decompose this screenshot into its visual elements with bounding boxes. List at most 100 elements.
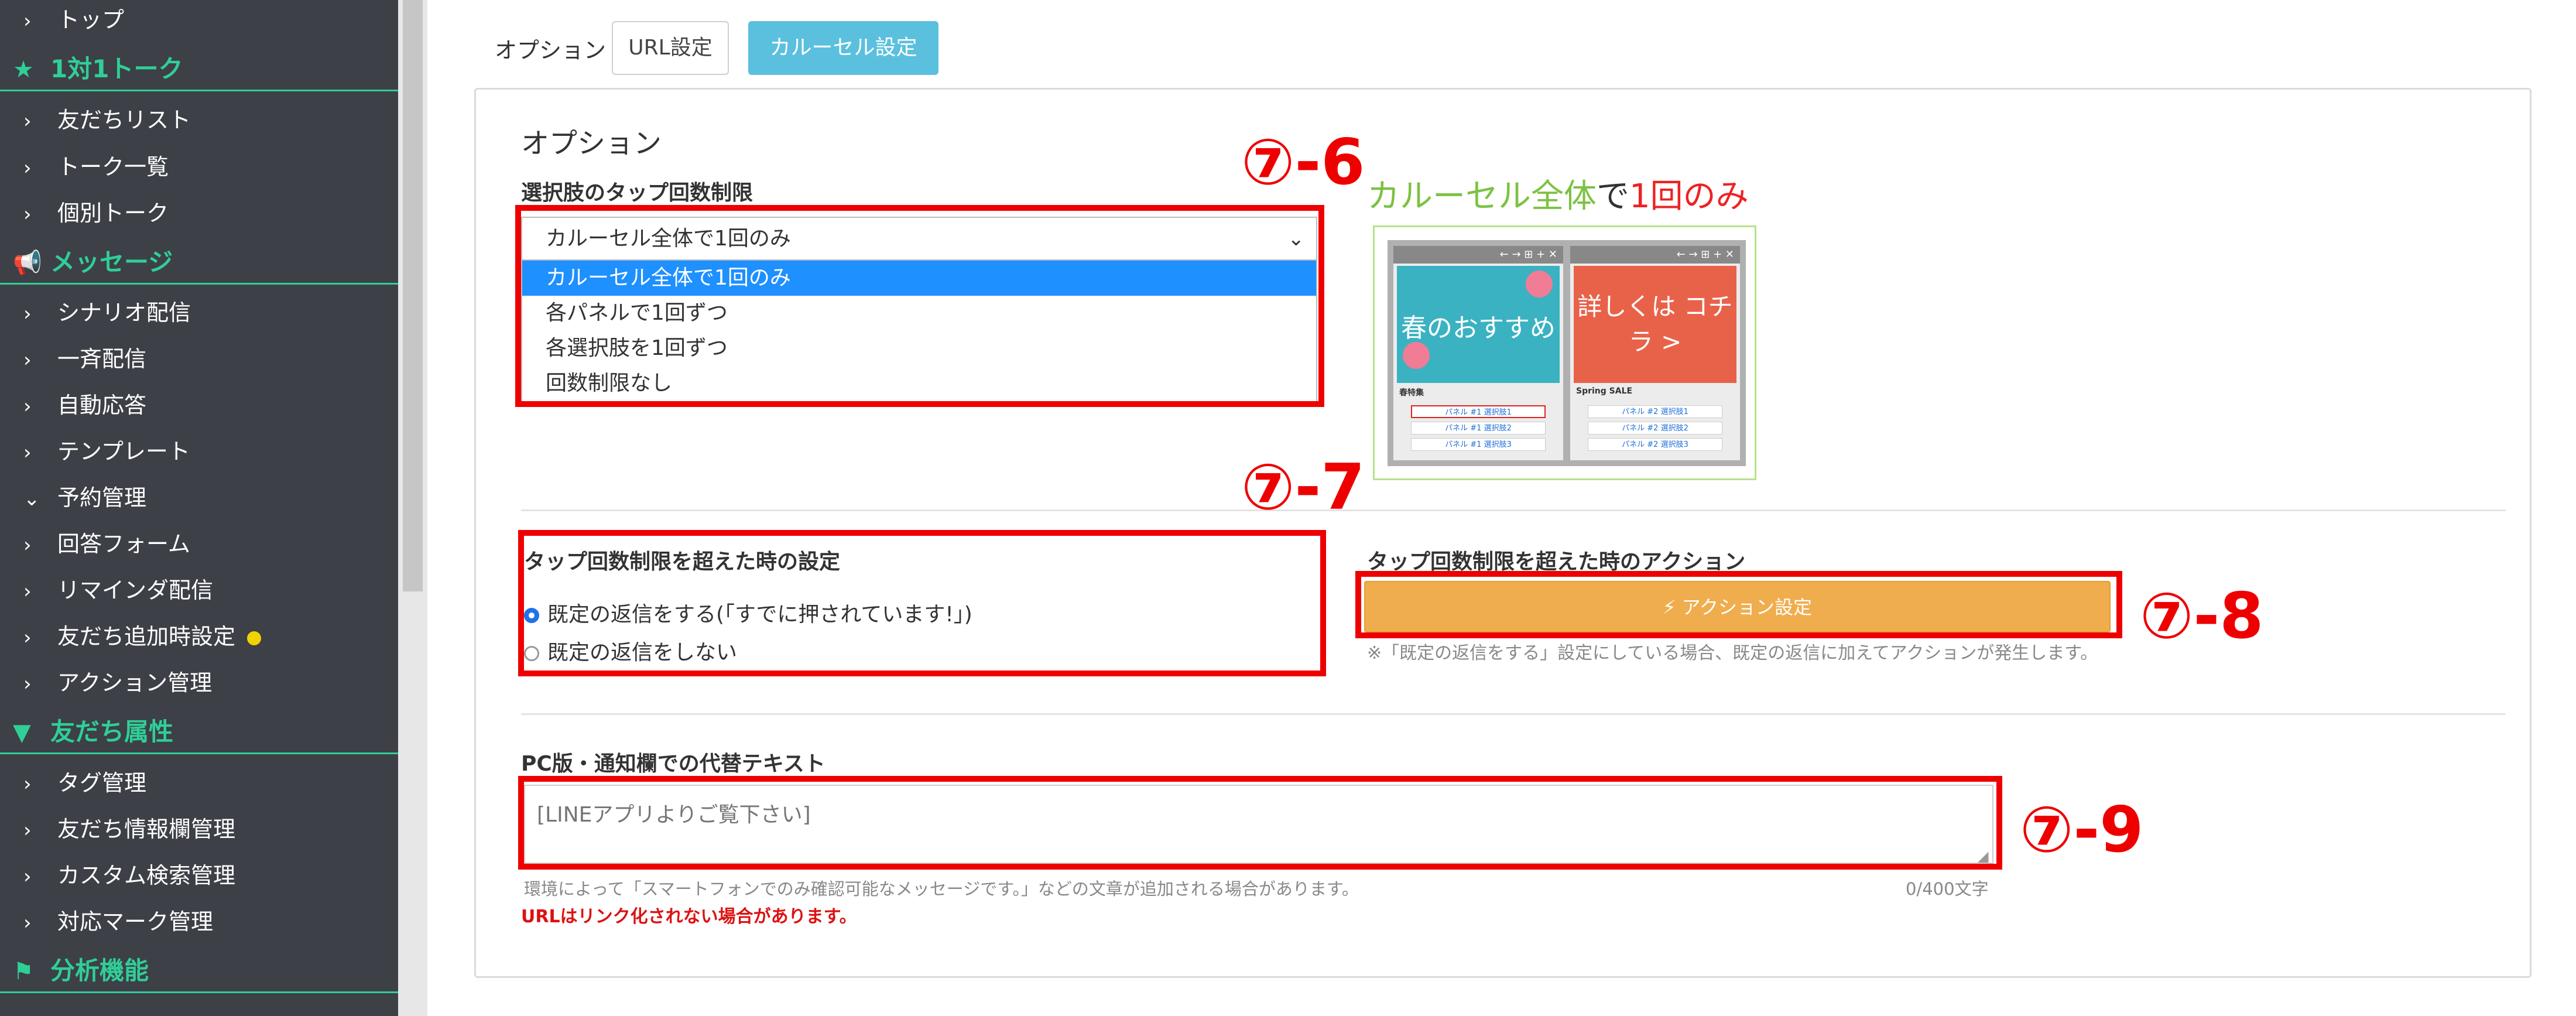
- chevron-down-icon: ⌄: [23, 487, 40, 511]
- sidebar-item-friend-info[interactable]: › 友だち情報欄管理: [0, 806, 398, 852]
- alt-text-label: PC版・通知欄での代替テキスト: [521, 752, 825, 776]
- preview-choice: パネル #2 選択肢1: [1588, 405, 1722, 418]
- preview-image-text: 詳しくは コチラ >: [1577, 292, 1733, 356]
- chevron-right-icon: ›: [23, 533, 32, 557]
- sidebar-item-label: 対応マーク管理: [57, 909, 214, 935]
- sidebar-item-tag-management[interactable]: › タグ管理: [0, 760, 398, 806]
- sidebar-item-answer-form[interactable]: › 回答フォーム: [0, 521, 398, 567]
- sidebar-section-talk: ★ 1対1トーク: [0, 47, 398, 91]
- preview-choice: パネル #1 選択肢3: [1411, 438, 1546, 451]
- sidebar-item-label: 予約管理: [57, 485, 147, 511]
- chevron-right-icon: ›: [23, 819, 32, 842]
- sidebar-item-label: 個別トーク: [57, 200, 169, 226]
- sidebar-item-label: トップ: [57, 7, 125, 33]
- sidebar-scrollbar-thumb[interactable]: [403, 0, 423, 591]
- sidebar-item-action-management[interactable]: › アクション管理: [0, 660, 398, 706]
- preview-caption-part: 1回のみ: [1629, 177, 1749, 215]
- sidebar-section-label: メッセージ: [50, 248, 173, 276]
- notification-dot: [247, 631, 262, 645]
- chevron-right-icon: ›: [23, 580, 32, 603]
- annotation-box-6: [515, 205, 1324, 407]
- annotation-box-7: [518, 530, 1326, 676]
- chevron-right-icon: ›: [23, 772, 32, 796]
- sidebar-item-response-mark[interactable]: › 対応マーク管理: [0, 899, 398, 945]
- sidebar-item-label: カスタム検索管理: [57, 863, 236, 888]
- sidebar-section-friend-attributes: ▼ 友だち属性: [0, 710, 398, 754]
- preview-background: ← → ⊞ + ✕ 春のおすすめ 春特集 パネル #1 選択肢1 パネル #1 …: [1388, 240, 1746, 466]
- sidebar-item-template[interactable]: › テンプレート: [0, 429, 398, 474]
- preview-choice: パネル #2 選択肢3: [1588, 438, 1722, 451]
- preview-choice: パネル #1 選択肢1: [1411, 405, 1546, 418]
- sidebar-section-message: 📢 メッセージ: [0, 240, 398, 285]
- tab-url-settings[interactable]: URL設定: [612, 21, 729, 75]
- chevron-right-icon: ›: [23, 348, 32, 372]
- filter-icon: ▼: [13, 719, 31, 746]
- preview-panel-1: ← → ⊞ + ✕ 春のおすすめ 春特集 パネル #1 選択肢1 パネル #1 …: [1393, 246, 1563, 460]
- annotation-label-6: ⑦-6: [1241, 126, 1365, 199]
- preview-panel-2: ← → ⊞ + ✕ 詳しくは コチラ > Spring SALE パネル #2 …: [1570, 246, 1740, 460]
- chevron-right-icon: ›: [23, 203, 32, 226]
- alt-text-hint: 環境によって「スマートフォンでのみ確認可能なメッセージです。」などの文章が追加さ…: [524, 879, 1359, 899]
- sidebar-item-label: 一斉配信: [57, 346, 147, 372]
- carousel-preview-image: ← → ⊞ + ✕ 春のおすすめ 春特集 パネル #1 選択肢1 パネル #1 …: [1373, 225, 1756, 480]
- sidebar-item-custom-search[interactable]: › カスタム検索管理: [0, 853, 398, 898]
- star-icon: ★: [13, 56, 34, 83]
- preview-caption: カルーセル全体で1回のみ: [1367, 170, 1749, 217]
- megaphone-icon: 📢: [13, 249, 42, 276]
- sidebar-item-reminder[interactable]: › リマインダ配信: [0, 567, 398, 613]
- sidebar-item-label: 自動応答: [57, 392, 147, 418]
- annotation-box-9: [518, 776, 2002, 870]
- chevron-right-icon: ›: [23, 156, 32, 180]
- flower-icon: [1526, 271, 1553, 297]
- section-divider: [521, 509, 2506, 511]
- annotation-label-8: ⑦-8: [2140, 580, 2264, 653]
- flower-icon: [1403, 342, 1430, 369]
- sidebar-item-friend-list[interactable]: › 友だちリスト: [0, 97, 398, 143]
- panel-heading: オプション: [521, 127, 662, 160]
- sidebar-item-talk-list[interactable]: › トーク一覧: [0, 144, 398, 190]
- sidebar-item-label: 友だち情報欄管理: [57, 816, 236, 842]
- action-note: ※「既定の返信をする」設定にしている場合、既定の返信に加えてアクションが発生しま…: [1367, 643, 2098, 663]
- sidebar-item-top[interactable]: › トップ: [0, 0, 398, 43]
- sidebar-item-auto-reply[interactable]: › 自動応答: [0, 382, 398, 428]
- sidebar-item-label: 友だちリスト: [57, 107, 191, 133]
- section-divider: [521, 713, 2506, 715]
- sidebar-item-broadcast[interactable]: › 一斉配信: [0, 336, 398, 382]
- tab-carousel-settings[interactable]: カルーセル設定: [748, 21, 938, 75]
- preview-panel-title: 春特集: [1399, 388, 1424, 398]
- preview-panel-image: 詳しくは コチラ >: [1574, 266, 1736, 383]
- annotation-label-9: ⑦-9: [2020, 793, 2144, 867]
- sidebar-item-label: トーク一覧: [57, 154, 169, 180]
- sidebar-scrollbar[interactable]: [398, 0, 427, 1016]
- sidebar-section-label: 友だち属性: [50, 717, 174, 746]
- sidebar-item-reservation[interactable]: ⌄ 予約管理: [0, 475, 398, 521]
- annotation-box-8: [1355, 571, 2122, 638]
- alt-text-warning: URLはリンク化されない場合があります。: [521, 906, 857, 927]
- chevron-right-icon: ›: [23, 9, 32, 33]
- preview-panel-toolbar: ← → ⊞ + ✕: [1393, 246, 1563, 264]
- sidebar: › トップ ★ 1対1トーク › 友だちリスト › トーク一覧 › 個別トーク 📢 メッセー…: [0, 0, 398, 1016]
- chevron-right-icon: ›: [23, 302, 32, 326]
- preview-panel-image: 春のおすすめ: [1397, 266, 1560, 383]
- sidebar-item-scenario[interactable]: › シナリオ配信: [0, 290, 398, 336]
- chevron-right-icon: ›: [23, 865, 32, 888]
- chevron-right-icon: ›: [23, 911, 32, 935]
- sidebar-item-label: 回答フォーム: [57, 531, 190, 557]
- sidebar-item-label: アクション管理: [57, 670, 213, 696]
- preview-choice: パネル #2 選択肢2: [1588, 422, 1722, 435]
- sidebar-item-individual-talk[interactable]: › 個別トーク: [0, 190, 398, 236]
- options-label: オプション: [495, 37, 607, 63]
- chevron-right-icon: ›: [23, 110, 32, 133]
- sidebar-item-label: シナリオ配信: [57, 300, 191, 326]
- sidebar-section-label: 1対1トーク: [50, 54, 183, 83]
- chevron-right-icon: ›: [23, 672, 32, 696]
- sidebar-item-label: リマインダ配信: [57, 577, 214, 603]
- preview-caption-part: カルーセル全体: [1367, 177, 1597, 215]
- sidebar-item-friend-add-settings[interactable]: › 友だち追加時設定: [0, 614, 398, 659]
- chevron-right-icon: ›: [23, 441, 32, 464]
- sidebar-section-label: 分析機能: [50, 956, 149, 985]
- flag-icon: ⚑: [13, 958, 34, 985]
- alt-text-counter: 0/400文字: [1906, 879, 1989, 899]
- sidebar-item-label: タグ管理: [57, 770, 147, 796]
- chevron-right-icon: ›: [23, 395, 32, 418]
